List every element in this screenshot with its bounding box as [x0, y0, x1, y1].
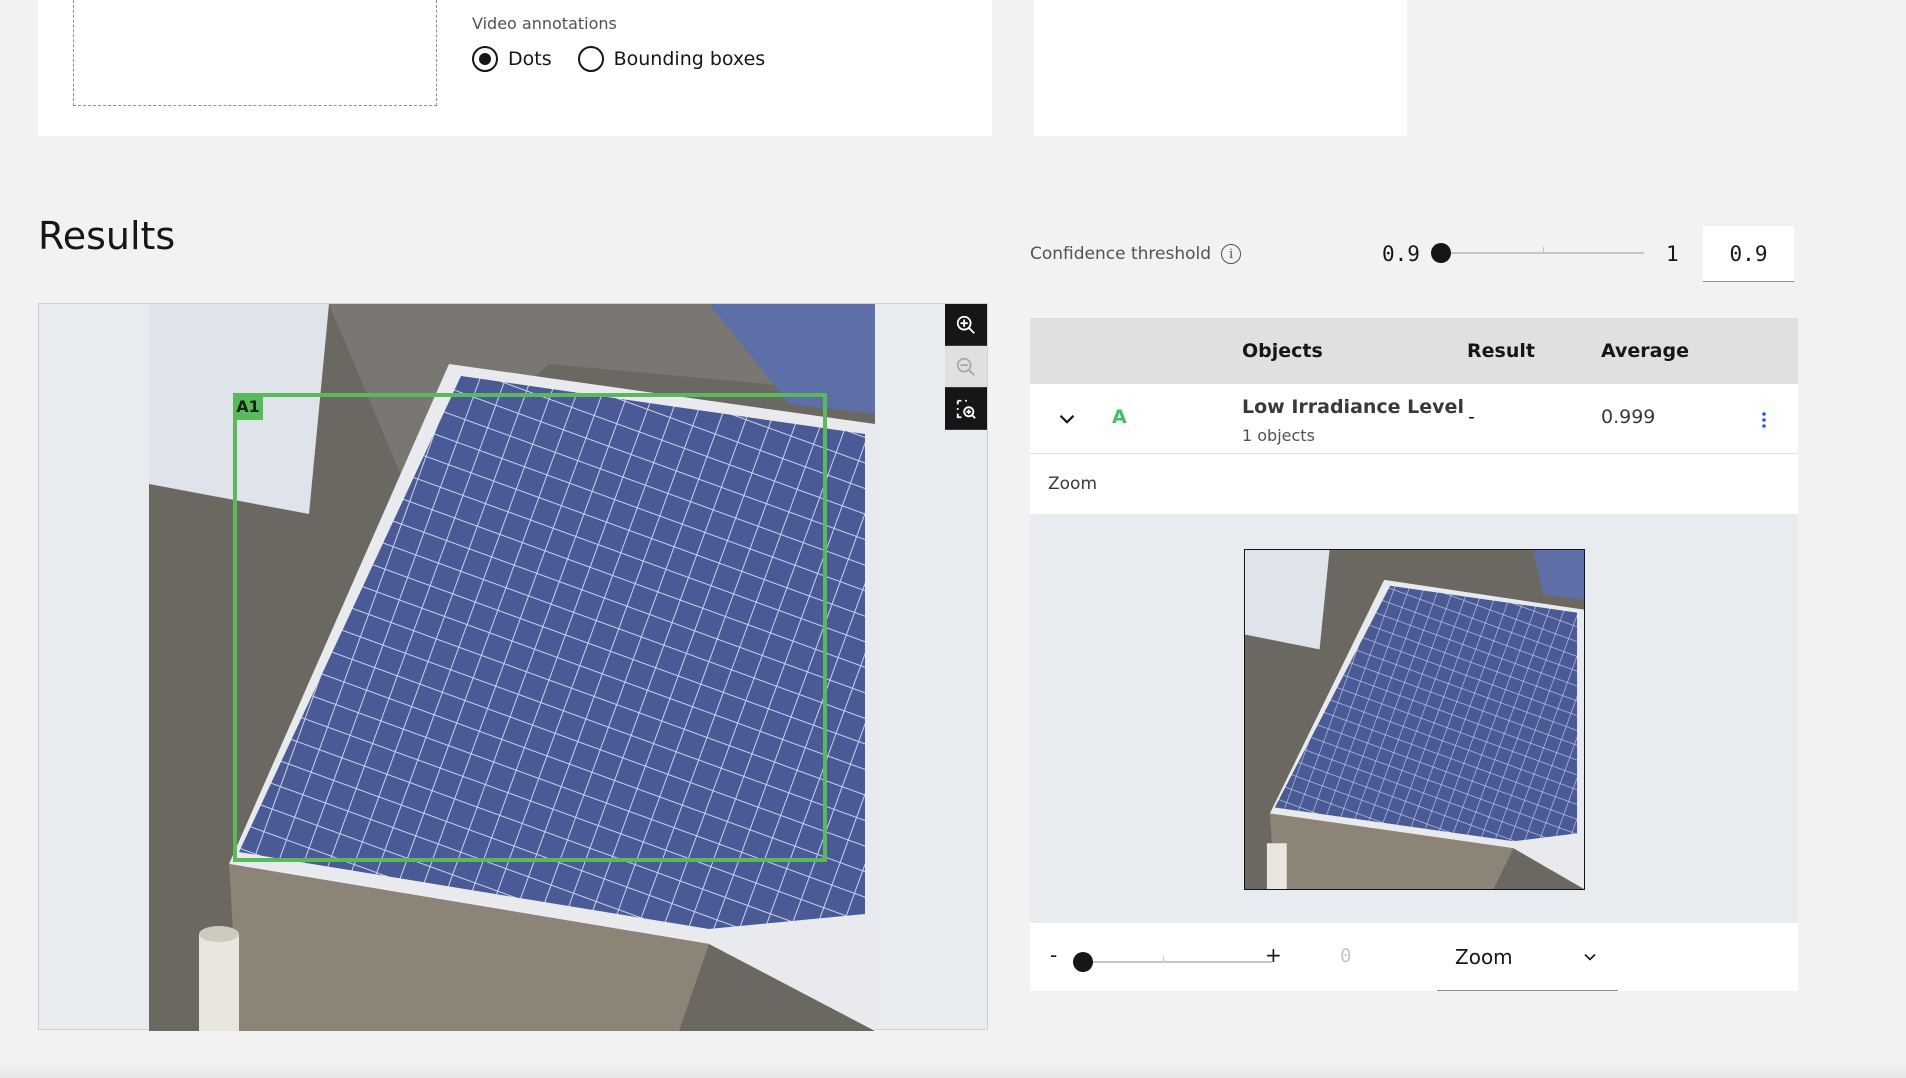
- overflow-menu-icon[interactable]: [1756, 408, 1772, 432]
- results-table: Objects Result Average A Low Irradiance …: [1030, 318, 1798, 991]
- chevron-down-icon: [1584, 953, 1596, 961]
- side-card: [1034, 0, 1407, 136]
- confidence-max-label: 1: [1666, 242, 1679, 266]
- zoom-mode-selected: Zoom: [1455, 944, 1513, 969]
- row-group-letter: A: [1112, 406, 1127, 428]
- row-average: 0.999: [1601, 406, 1656, 428]
- radio-bounding-boxes-label: Bounding boxes: [613, 48, 766, 70]
- confidence-slider-tick: [1543, 247, 1544, 253]
- zoom-controls: - + 0 Zoom: [1030, 923, 1798, 991]
- zoom-out-button[interactable]: [945, 346, 987, 388]
- file-dropzone[interactable]: [73, 0, 437, 106]
- zoom-increase-button[interactable]: +: [1265, 943, 1282, 967]
- bounding-box-tag: A1: [233, 393, 263, 420]
- zoom-in-button[interactable]: [945, 304, 987, 346]
- zoom-out-icon: [956, 357, 975, 376]
- object-count: 1 objects: [1242, 426, 1315, 445]
- confidence-value-input[interactable]: [1703, 226, 1794, 282]
- annotation-type-radio-group: Dots Bounding boxes: [472, 46, 765, 72]
- header-result: Result: [1467, 340, 1535, 362]
- page-bottom-shadow: [0, 1062, 1906, 1078]
- object-name: Low Irradiance Level: [1242, 396, 1464, 418]
- zoom-mode-dropdown[interactable]: Zoom: [1437, 923, 1618, 991]
- zoom-preview-image: [1244, 549, 1585, 890]
- radio-dots-label: Dots: [508, 48, 552, 70]
- zoom-slider-track[interactable]: [1082, 961, 1272, 963]
- results-title: Results: [38, 214, 176, 258]
- fit-to-view-button[interactable]: [945, 388, 987, 430]
- row-result: -: [1468, 406, 1475, 428]
- confidence-slider-thumb[interactable]: [1431, 243, 1451, 263]
- table-header: Objects Result Average: [1030, 318, 1798, 384]
- confidence-threshold-label: Confidence threshold i: [1030, 244, 1242, 264]
- upload-card: Video annotations Dots Bounding boxes: [38, 0, 992, 136]
- chevron-down-icon[interactable]: [1054, 406, 1080, 432]
- radio-bounding-boxes[interactable]: Bounding boxes: [577, 46, 766, 72]
- zoom-slider-tick: [1163, 956, 1164, 962]
- radio-dots[interactable]: Dots: [472, 46, 552, 72]
- zoom-section-header: Zoom: [1030, 454, 1798, 514]
- info-icon[interactable]: i: [1221, 244, 1242, 264]
- zoom-preview-photo: [1245, 550, 1584, 889]
- zoom-in-icon: [956, 315, 975, 334]
- zoom-slider-thumb[interactable]: [1073, 952, 1093, 972]
- zoom-section-label: Zoom: [1048, 474, 1098, 494]
- zoom-decrease-button[interactable]: -: [1050, 943, 1057, 967]
- confidence-threshold-text: Confidence threshold: [1030, 244, 1212, 264]
- header-objects: Objects: [1242, 340, 1323, 362]
- radio-dots-circle[interactable]: [472, 46, 498, 72]
- video-annotations-label: Video annotations: [472, 14, 617, 33]
- zoom-preview-area: [1030, 514, 1798, 923]
- image-viewer: A1: [38, 303, 988, 1031]
- zoom-value-input[interactable]: 0: [1340, 945, 1351, 967]
- header-average: Average: [1601, 340, 1689, 362]
- radio-bounding-boxes-circle[interactable]: [577, 46, 604, 72]
- viewer-toolbar: [945, 304, 987, 430]
- fit-to-view-icon: [956, 399, 976, 419]
- bounding-box-a1[interactable]: [233, 393, 827, 862]
- table-row: A Low Irradiance Level 1 objects - 0.999: [1030, 384, 1798, 454]
- confidence-min-label: 0.9: [1382, 242, 1420, 266]
